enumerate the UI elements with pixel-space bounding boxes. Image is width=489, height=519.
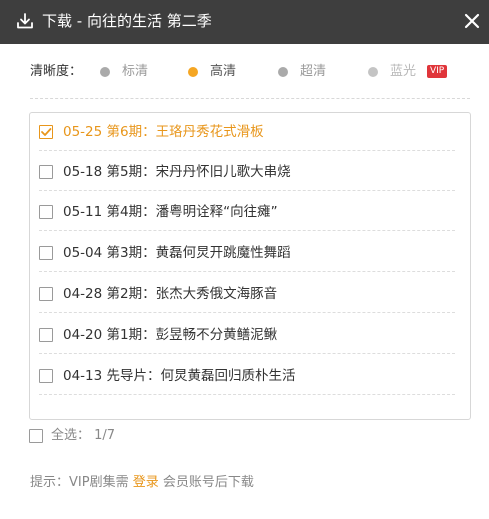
login-link[interactable]: 登录 xyxy=(133,475,159,490)
checkbox[interactable] xyxy=(39,125,53,139)
radio-dot-icon xyxy=(188,67,198,77)
radio-dot-icon xyxy=(278,67,288,77)
checkbox[interactable] xyxy=(39,205,53,219)
vip-badge: VIP xyxy=(427,65,448,78)
quality-label: 清晰度： xyxy=(30,64,83,79)
episode-title: 04-13 先导片：何炅黄磊回归质朴生活 xyxy=(63,368,296,384)
select-all-checkbox[interactable] xyxy=(29,429,43,443)
checkbox[interactable] xyxy=(39,369,53,383)
row-divider xyxy=(39,230,455,231)
row-divider xyxy=(39,353,455,354)
select-all[interactable]: 全选： 1/7 xyxy=(29,426,229,446)
quality-option-label: 标清 xyxy=(122,64,149,79)
row-divider xyxy=(39,312,455,313)
episode-list: 05-25 第6期：王珞丹秀花式滑板 05-18 第5期：宋丹丹怀旧儿歌大串烧 … xyxy=(29,112,471,420)
episode-row[interactable]: 05-18 第5期：宋丹丹怀旧儿歌大串烧 xyxy=(39,153,455,193)
episode-title: 05-04 第3期：黄磊何炅开跳魔性舞蹈 xyxy=(63,245,291,261)
episode-title: 04-28 第2期：张杰大秀俄文海豚音 xyxy=(63,286,278,302)
hint-prefix: 提示：VIP剧集需 xyxy=(30,475,129,490)
episode-row[interactable]: 04-13 先导片：何炅黄磊回归质朴生活 xyxy=(39,357,455,397)
row-divider xyxy=(39,271,455,272)
quality-option-label: 蓝光 xyxy=(390,64,417,79)
checkbox[interactable] xyxy=(39,287,53,301)
checkbox[interactable] xyxy=(39,165,53,179)
quality-option-label: 超清 xyxy=(300,64,327,79)
episode-title: 05-11 第4期：潘粤明诠释“向往瘫” xyxy=(63,204,278,220)
episode-row[interactable]: 05-11 第4期：潘粤明诠释“向往瘫” xyxy=(39,193,455,233)
selected-count: 1/7 xyxy=(94,428,116,443)
row-divider xyxy=(39,150,455,151)
episode-title: 05-18 第5期：宋丹丹怀旧儿歌大串烧 xyxy=(63,164,291,180)
select-all-text: 全选： 1/7 xyxy=(51,427,115,445)
radio-dot-icon xyxy=(368,67,378,77)
episode-row[interactable]: 04-28 第2期：张杰大秀俄文海豚音 xyxy=(39,275,455,315)
radio-dot-icon xyxy=(100,67,110,77)
episode-row[interactable]: 05-25 第6期：王珞丹秀花式滑板 xyxy=(39,113,455,153)
episode-title: 04-20 第1期：彭昱畅不分黄鳝泥鳅 xyxy=(63,327,278,343)
episode-row[interactable]: 04-20 第1期：彭昱畅不分黄鳝泥鳅 xyxy=(39,316,455,356)
hint-text: 提示：VIP剧集需 登录 会员账号后下载 xyxy=(30,474,254,492)
window-title: 下载 - 向往的生活 第二季 xyxy=(42,12,212,30)
close-icon[interactable] xyxy=(463,12,481,30)
checkmark-icon xyxy=(41,128,52,136)
checkbox[interactable] xyxy=(39,328,53,342)
quality-option-label: 高清 xyxy=(210,64,237,79)
episode-row[interactable]: 05-04 第3期：黄磊何炅开跳魔性舞蹈 xyxy=(39,234,455,274)
row-divider xyxy=(39,394,455,395)
hint-suffix: 会员账号后下载 xyxy=(162,475,254,490)
divider xyxy=(30,98,470,99)
episode-title: 05-25 第6期：王珞丹秀花式滑板 xyxy=(63,124,264,140)
title-bar: 下载 - 向往的生活 第二季 xyxy=(0,0,489,44)
quality-selector: 清晰度： 标清 高清 超清 蓝光 VIP xyxy=(30,62,470,82)
checkbox[interactable] xyxy=(39,246,53,260)
select-all-label: 全选： xyxy=(51,428,91,443)
download-icon xyxy=(17,13,33,29)
row-divider xyxy=(39,190,455,191)
